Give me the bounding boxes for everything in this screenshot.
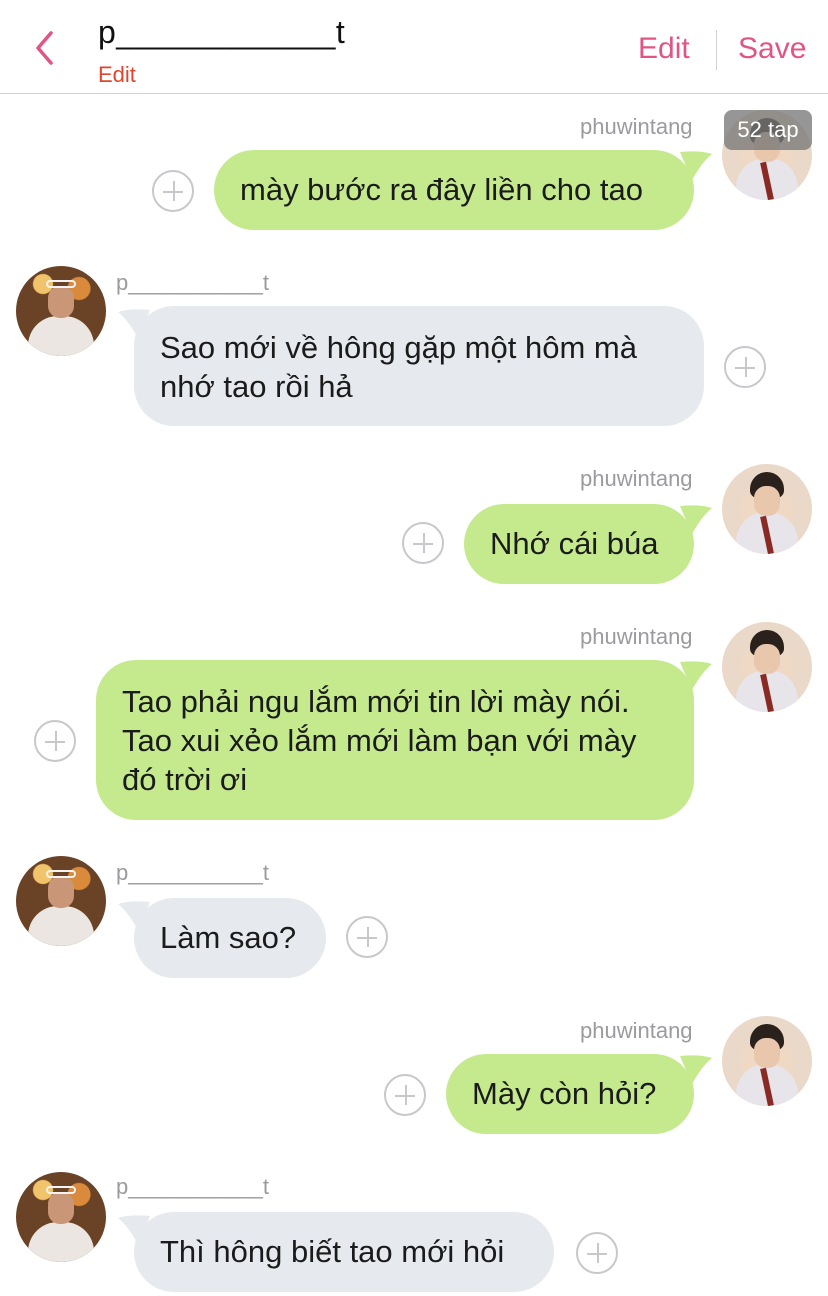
message-text: Làm sao? [160, 920, 297, 955]
save-button[interactable]: Save [738, 32, 806, 66]
bubble-tail [680, 1055, 712, 1084]
header-divider [716, 30, 717, 70]
edit-button[interactable]: Edit [638, 32, 690, 66]
sender-name: p___________t [116, 860, 269, 885]
message-text: Thì hông biết tao mới hỏi [160, 1234, 505, 1269]
add-reaction-button[interactable] [346, 916, 388, 958]
avatar[interactable] [16, 1172, 106, 1262]
chat-header: p____________t Edit Edit Save [0, 0, 828, 94]
avatar[interactable] [722, 464, 812, 554]
message-bubble[interactable]: Sao mới về hông gặp một hôm mà nhớ tao r… [134, 306, 704, 426]
message-bubble[interactable]: Làm sao? [134, 898, 326, 978]
chevron-left-icon [36, 31, 53, 65]
message-text: mày bước ra đây liền cho tao [240, 172, 643, 207]
sender-name: p___________t [116, 270, 269, 295]
message-bubble[interactable]: Thì hông biết tao mới hỏi [134, 1212, 554, 1292]
bubble-tail [118, 309, 150, 338]
back-button[interactable] [30, 28, 58, 68]
chat-title: p____________t [98, 14, 346, 50]
add-reaction-button[interactable] [724, 346, 766, 388]
message-bubble[interactable]: Nhớ cái búa [464, 504, 694, 584]
message-text: Sao mới về hông gặp một hôm mà nhớ tao r… [160, 330, 637, 404]
sender-name: phuwintang [580, 114, 693, 139]
add-reaction-button[interactable] [34, 720, 76, 762]
sender-name: phuwintang [580, 1018, 693, 1043]
avatar[interactable] [722, 622, 812, 712]
message-bubble[interactable]: Tao phải ngu lắm mới tin lời mày nói. Ta… [96, 660, 694, 820]
message-bubble[interactable]: Mày còn hỏi? [446, 1054, 694, 1134]
add-reaction-button[interactable] [152, 170, 194, 212]
message-bubble[interactable]: mày bước ra đây liền cho tao [214, 150, 694, 230]
bubble-tail [680, 661, 712, 690]
avatar[interactable] [16, 266, 106, 356]
sender-name: phuwintang [580, 624, 693, 649]
add-reaction-button[interactable] [384, 1074, 426, 1116]
title-edit-link[interactable]: Edit [98, 62, 136, 88]
bubble-tail [118, 901, 150, 930]
bubble-tail [118, 1215, 150, 1244]
tap-counter-badge: 52 tap [724, 110, 812, 150]
sender-name: p___________t [116, 1174, 269, 1199]
add-reaction-button[interactable] [402, 522, 444, 564]
sender-name: phuwintang [580, 466, 693, 491]
add-reaction-button[interactable] [576, 1232, 618, 1274]
bubble-tail [680, 505, 712, 534]
message-text: Nhớ cái búa [490, 526, 659, 561]
message-text: Mày còn hỏi? [472, 1076, 657, 1111]
bubble-tail [680, 151, 712, 180]
avatar[interactable] [16, 856, 106, 946]
message-text: Tao phải ngu lắm mới tin lời mày nói. Ta… [122, 684, 637, 797]
avatar[interactable] [722, 1016, 812, 1106]
